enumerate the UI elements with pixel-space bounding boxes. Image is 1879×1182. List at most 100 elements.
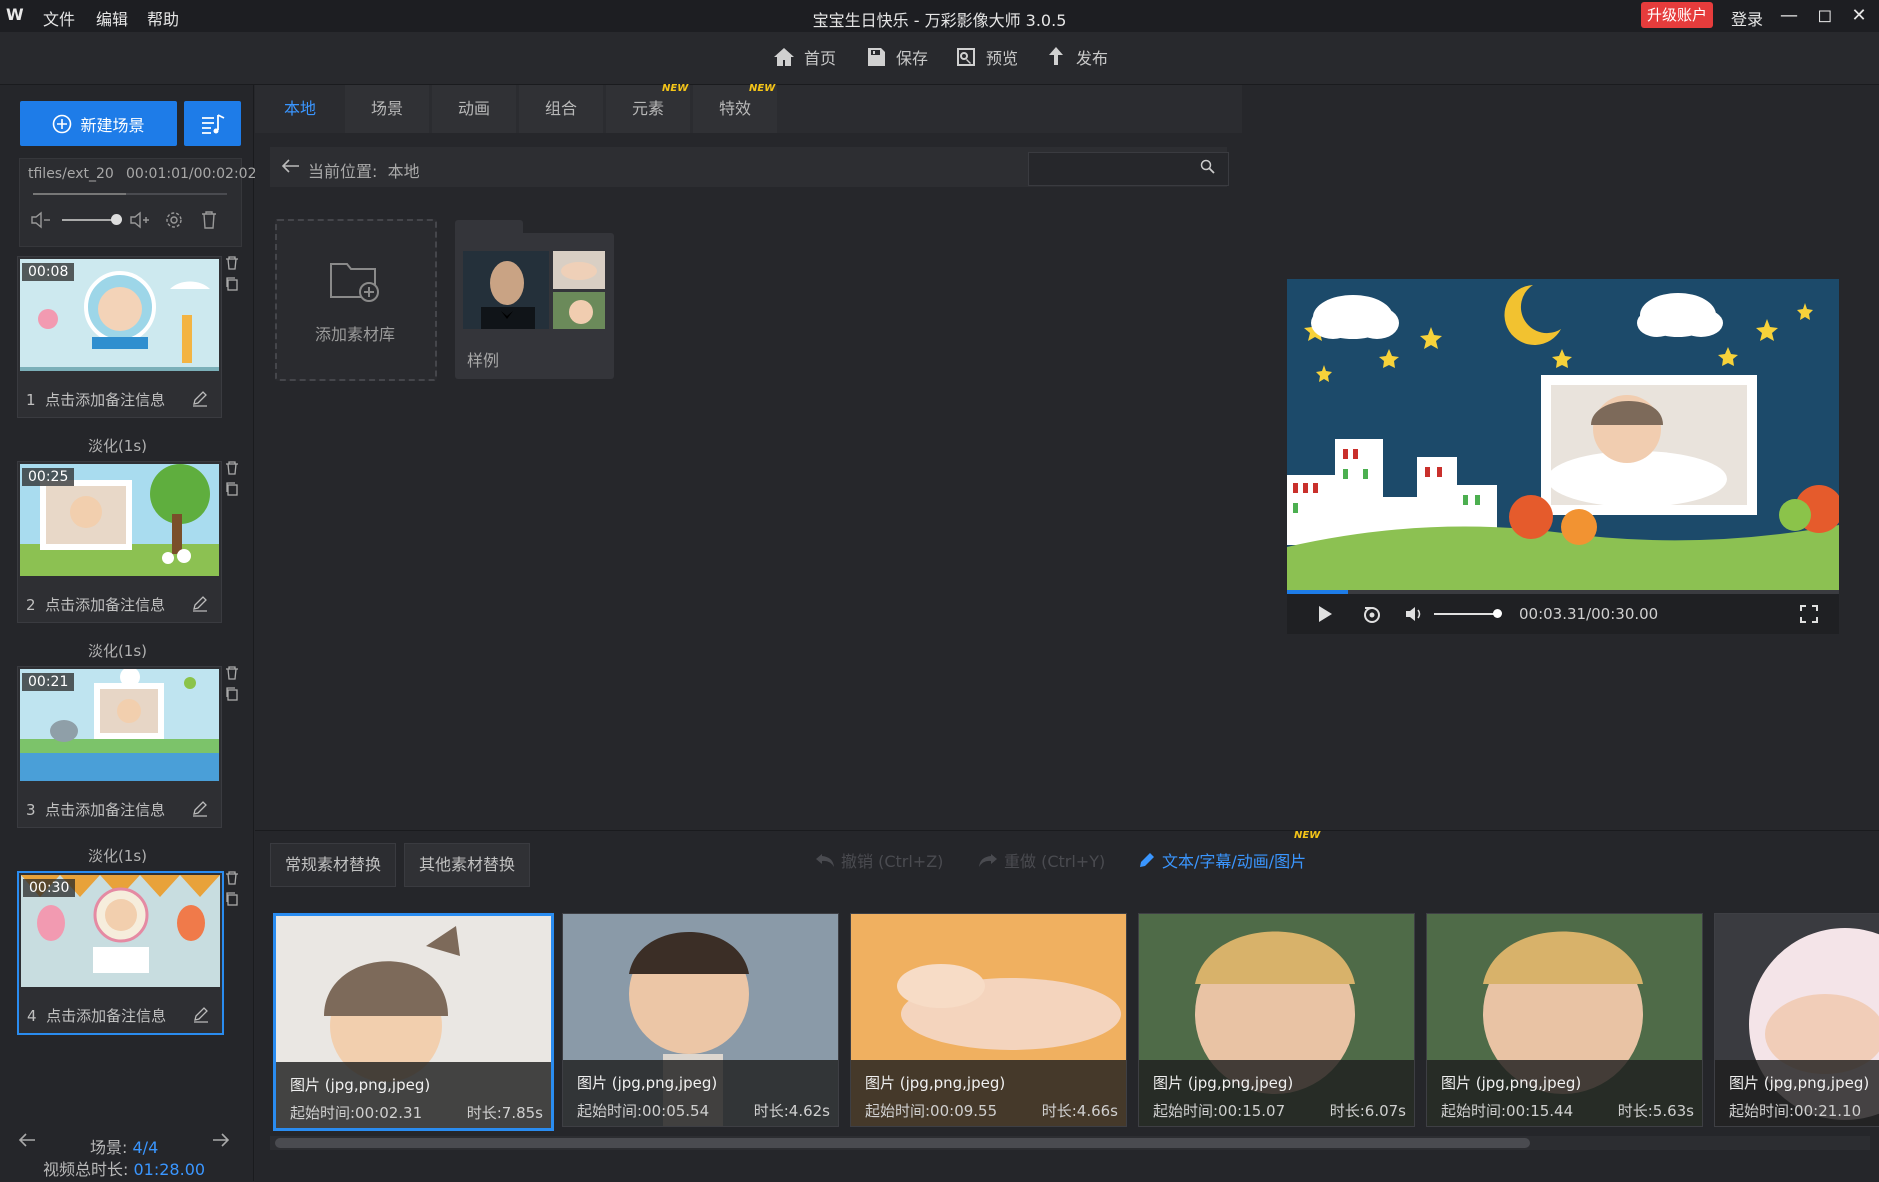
asset-card-1[interactable]: 图片 (jpg,png,jpeg) 起始时间:00:02.31 时长:7.85s: [273, 913, 554, 1131]
tab-normal-replace[interactable]: 常规素材替换: [270, 843, 397, 887]
scene-delete-icon[interactable]: [225, 461, 239, 475]
edit-pencil-icon[interactable]: [191, 389, 209, 407]
scene-card-4[interactable]: 00:30 4 点击添加备注信息: [17, 871, 224, 1035]
new-badge: NEW: [662, 83, 689, 94]
player-volume-slider[interactable]: [1434, 613, 1500, 615]
add-folder-icon: [329, 258, 383, 304]
text-edit-label: 文本/字幕/动画/图片: [1162, 852, 1307, 871]
music-time: 00:01:01/00:02:02: [126, 166, 257, 182]
scene-copy-icon[interactable]: [225, 892, 239, 906]
text-subtitle-edit-button[interactable]: 文本/字幕/动画/图片: [1138, 848, 1306, 872]
volume-down-icon[interactable]: [30, 211, 52, 229]
preview-canvas[interactable]: [1287, 279, 1839, 593]
player-progress-fill: [1287, 590, 1348, 594]
music-settings-icon[interactable]: [164, 210, 184, 230]
edit-pencil-icon[interactable]: [192, 1005, 210, 1023]
volume-up-icon[interactable]: [129, 211, 151, 229]
save-button[interactable]: 保存: [864, 45, 928, 69]
edit-pencil-icon[interactable]: [191, 799, 209, 817]
scene-copy-icon[interactable]: [225, 687, 239, 701]
minimize-icon[interactable]: —: [1776, 4, 1802, 28]
asset-card-4[interactable]: 图片 (jpg,png,jpeg) 起始时间:00:15.07 时长:6.07s: [1138, 913, 1415, 1127]
scene-card-2[interactable]: 00:25 2 点击添加备注信息: [17, 461, 222, 623]
home-button[interactable]: 首页: [772, 45, 836, 69]
scene-transition[interactable]: 淡化(1s): [0, 640, 235, 661]
asset-duration: 时长:4.62s: [753, 1102, 830, 1120]
maximize-icon[interactable]: ◻: [1812, 4, 1838, 28]
preview-icon: [954, 45, 978, 69]
scene-note[interactable]: 1 点击添加备注信息: [26, 389, 165, 410]
sample-photo-man: [463, 251, 549, 329]
new-scene-button[interactable]: 新建场景: [20, 101, 177, 146]
save-icon: [864, 45, 888, 69]
asset-scrollbar[interactable]: [275, 1138, 1530, 1148]
tab-combos[interactable]: 组合: [519, 85, 603, 133]
close-icon[interactable]: ✕: [1846, 4, 1872, 28]
scene-copy-icon[interactable]: [225, 277, 239, 291]
new-scene-label: 新建场景: [80, 115, 145, 135]
asset-start-time: 起始时间:00:15.07: [1153, 1102, 1286, 1120]
scene-delete-icon[interactable]: [225, 871, 239, 885]
edit-pencil-icon[interactable]: [191, 594, 209, 612]
prev-scene-arrow-icon[interactable]: [18, 1132, 36, 1148]
asset-info: 图片 (jpg,png,jpeg) 起始时间:00:15.07 时长:6.07s: [1139, 1060, 1414, 1126]
scene-transition[interactable]: 淡化(1s): [0, 845, 235, 866]
undo-button[interactable]: 撤销 (Ctrl+Z): [815, 848, 943, 872]
music-volume-knob[interactable]: [111, 214, 122, 225]
next-scene-arrow-icon[interactable]: [212, 1132, 230, 1148]
asset-card-2[interactable]: 图片 (jpg,png,jpeg) 起始时间:00:05.54 时长:4.62s: [562, 913, 839, 1127]
music-list-button[interactable]: [184, 101, 241, 146]
asset-info: 图片 (jpg,png,jpeg) 起始时间:00:02.31 时长:7.85s: [276, 1062, 551, 1128]
play-icon[interactable]: [1317, 605, 1333, 623]
scene-copy-icon[interactable]: [225, 482, 239, 496]
redo-icon: [978, 852, 998, 868]
breadcrumb-value: 本地: [387, 162, 420, 181]
redo-button[interactable]: 重做 (Ctrl+Y): [978, 848, 1105, 872]
main-toolbar: [0, 32, 1879, 85]
asset-info: 图片 (jpg,png,jpeg) 起始时间:00:09.55 时长:4.66s: [851, 1060, 1126, 1126]
login-button[interactable]: 登录: [1731, 6, 1763, 30]
upgrade-account-button[interactable]: 升级账户: [1641, 2, 1714, 28]
asset-start-time: 起始时间:00:02.31: [290, 1104, 423, 1122]
home-label: 首页: [804, 49, 837, 68]
scene-note[interactable]: 3 点击添加备注信息: [26, 799, 165, 820]
asset-duration: 时长:4.66s: [1041, 1102, 1118, 1120]
asset-start-time: 起始时间:00:15.44: [1441, 1102, 1574, 1120]
scene-note[interactable]: 4 点击添加备注信息: [27, 1005, 166, 1026]
publish-button[interactable]: 发布: [1044, 45, 1108, 69]
scene-card-3[interactable]: 00:21 3 点击添加备注信息: [17, 666, 222, 828]
tab-other-replace[interactable]: 其他素材替换: [404, 843, 531, 887]
add-library-label: 添加素材库: [314, 325, 395, 344]
music-volume-slider[interactable]: [62, 219, 118, 221]
tab-animations[interactable]: 动画: [432, 85, 516, 133]
tab-local[interactable]: 本地: [258, 85, 342, 133]
total-duration-label: 视频总时长:: [43, 1160, 129, 1179]
preview-button[interactable]: 预览: [954, 45, 1018, 69]
scene-note[interactable]: 2 点击添加备注信息: [26, 594, 165, 615]
back-arrow-icon[interactable]: [280, 158, 300, 174]
scene-card-1[interactable]: 00:08 1 点击添加备注信息: [17, 256, 222, 418]
search-icon[interactable]: [1200, 159, 1215, 174]
asset-info: 图片 (jpg,png,jpeg) 起始时间:00:21.10: [1715, 1060, 1879, 1126]
scene-delete-icon[interactable]: [225, 256, 239, 270]
replay-icon[interactable]: [1362, 604, 1382, 624]
fullscreen-icon[interactable]: [1800, 605, 1818, 623]
player-progress-track[interactable]: [1287, 590, 1839, 594]
publish-icon: [1044, 45, 1068, 69]
tab-scenes[interactable]: 场景: [345, 85, 429, 133]
scene-delete-icon[interactable]: [225, 666, 239, 680]
asset-type: 图片 (jpg,png,jpeg): [1153, 1074, 1294, 1092]
scene-transition[interactable]: 淡化(1s): [0, 435, 235, 456]
asset-card-5[interactable]: 图片 (jpg,png,jpeg) 起始时间:00:15.44 时长:5.63s: [1426, 913, 1703, 1127]
asset-type: 图片 (jpg,png,jpeg): [577, 1074, 718, 1092]
scene-count-value: 4/4: [132, 1138, 159, 1157]
asset-card-6[interactable]: 图片 (jpg,png,jpeg) 起始时间:00:21.10: [1714, 913, 1879, 1127]
music-progress-fill: [33, 193, 127, 195]
asset-card-3[interactable]: 图片 (jpg,png,jpeg) 起始时间:00:09.55 时长:4.66s: [850, 913, 1127, 1127]
asset-duration: 时长:5.63s: [1617, 1102, 1694, 1120]
scene-note-text: 点击添加备注信息: [45, 801, 166, 819]
breadcrumb-label: 当前位置:: [308, 162, 378, 181]
music-delete-icon[interactable]: [200, 210, 218, 230]
volume-icon[interactable]: [1405, 605, 1425, 623]
library-search-input[interactable]: [1028, 152, 1229, 186]
